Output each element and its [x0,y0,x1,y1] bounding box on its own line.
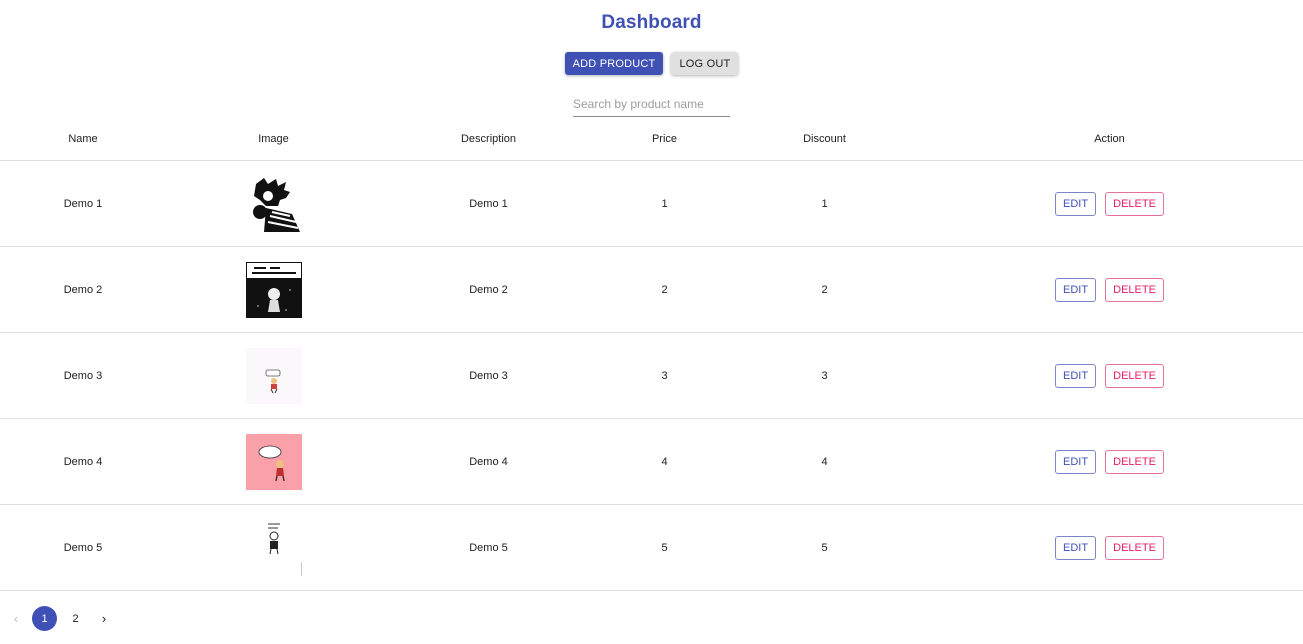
delete-button[interactable]: DELETE [1105,277,1164,302]
cell-description: Demo 5 [381,504,596,591]
cell-image [166,418,381,505]
column-header-discount: Discount [733,117,916,161]
add-product-button[interactable]: ADD PRODUCT [564,52,664,75]
cell-action: EDIT DELETE [916,504,1303,591]
product-thumbnail [245,433,302,490]
cell-image [166,160,381,247]
chevron-left-icon[interactable]: ‹ [6,607,26,631]
pagination: ‹ 1 2 › [6,606,114,631]
cell-discount: 4 [733,418,916,505]
cell-description: Demo 3 [381,332,596,419]
cell-description: Demo 4 [381,418,596,505]
logout-button[interactable]: LOG OUT [671,52,739,75]
cell-price: 4 [596,418,733,505]
table-row: Demo 5 Demo 5 5 5 EDIT DELETE [0,504,1303,591]
page-title: Dashboard [601,12,702,33]
cell-action: EDIT DELETE [916,332,1303,419]
cell-price: 2 [596,246,733,333]
table-row: Demo 1 Demo 1 1 1 EDIT DELETE [0,160,1303,247]
column-header-image: Image [166,117,381,161]
cell-action: EDIT DELETE [916,160,1303,247]
search-field [573,94,730,117]
cell-description: Demo 1 [381,160,596,247]
delete-button[interactable]: DELETE [1105,535,1164,560]
page-button-1[interactable]: 1 [32,606,57,631]
edit-button[interactable]: EDIT [1055,277,1097,302]
product-thumbnail [245,519,302,576]
product-thumbnail [245,261,302,318]
cell-discount: 2 [733,246,916,333]
cell-action: EDIT DELETE [916,246,1303,333]
cell-name: Demo 4 [0,418,166,505]
product-thumbnail [245,347,302,404]
cell-discount: 3 [733,332,916,419]
cell-image [166,332,381,419]
page-button-2[interactable]: 2 [63,606,88,631]
chevron-right-icon[interactable]: › [94,607,114,631]
table-row: Demo 2 Demo 2 2 2 EDIT DELETE [0,246,1303,333]
cell-image [166,246,381,333]
edit-button[interactable]: EDIT [1055,191,1097,216]
cell-discount: 5 [733,504,916,591]
delete-button[interactable]: DELETE [1105,191,1164,216]
product-thumbnail [245,175,302,232]
cell-price: 1 [596,160,733,247]
toolbar: ADD PRODUCT LOG OUT [0,52,1303,75]
table-header-row: Name Image Description Price Discount Ac… [0,117,1303,161]
cell-action: EDIT DELETE [916,418,1303,505]
column-header-name: Name [0,117,166,161]
cell-name: Demo 5 [0,504,166,591]
cell-discount: 1 [733,160,916,247]
column-header-action: Action [916,117,1303,161]
delete-button[interactable]: DELETE [1105,363,1164,388]
cell-name: Demo 3 [0,332,166,419]
edit-button[interactable]: EDIT [1055,535,1097,560]
cell-image [166,504,381,591]
cell-name: Demo 1 [0,160,166,247]
column-header-price: Price [596,117,733,161]
cell-description: Demo 2 [381,246,596,333]
products-table: Name Image Description Price Discount Ac… [0,117,1303,591]
delete-button[interactable]: DELETE [1105,449,1164,474]
cell-name: Demo 2 [0,246,166,333]
search-input[interactable] [573,94,730,114]
dashboard-page: Dashboard ADD PRODUCT LOG OUT Name Image… [0,0,1303,644]
cell-price: 5 [596,504,733,591]
table-row: Demo 3 Demo 3 3 3 EDIT DELETE [0,332,1303,419]
cell-price: 3 [596,332,733,419]
table-row: Demo 4 Demo 4 4 4 EDIT DELETE [0,418,1303,505]
column-header-description: Description [381,117,596,161]
edit-button[interactable]: EDIT [1055,449,1097,474]
edit-button[interactable]: EDIT [1055,363,1097,388]
